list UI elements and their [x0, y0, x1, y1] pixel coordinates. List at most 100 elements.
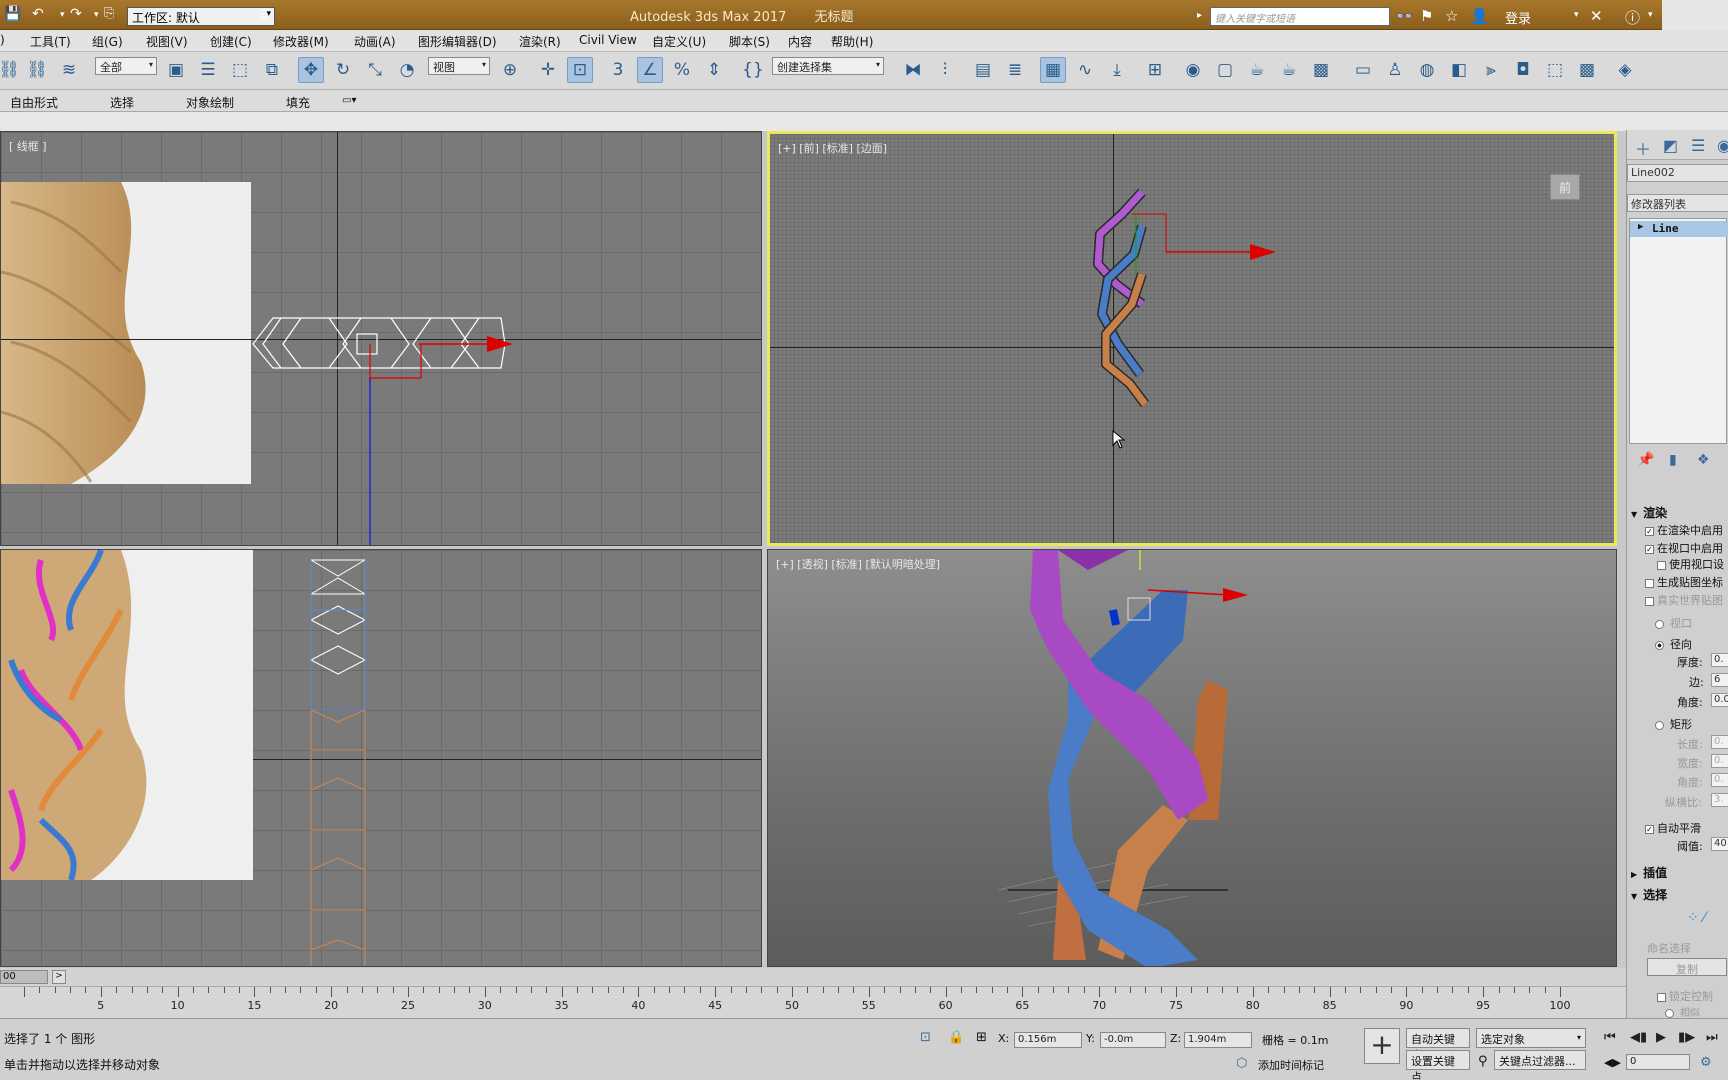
- next-frame-button-icon[interactable]: ▮▶: [1678, 1030, 1695, 1045]
- menu-views[interactable]: 视图(V): [146, 33, 188, 50]
- graphite-tool-icon[interactable]: ▭: [1350, 57, 1376, 83]
- window-crossing-icon[interactable]: ⧉: [259, 57, 285, 83]
- x-coordinate-field[interactable]: 0.156m: [1014, 1032, 1082, 1048]
- ribbon-tab-populate[interactable]: 填充: [286, 94, 310, 111]
- vertex-mode-icon[interactable]: ⁘ ⁄: [1687, 910, 1706, 926]
- transform-mode-icon[interactable]: ⊞: [976, 1030, 987, 1045]
- keyboard-shortcut-toggle-icon[interactable]: ⊡: [567, 57, 593, 83]
- time-slider-thumb[interactable]: 00: [0, 970, 48, 984]
- render-setup-icon[interactable]: ▢: [1212, 57, 1238, 83]
- menu-content[interactable]: 内容: [788, 33, 812, 50]
- ribbon-toggle-icon[interactable]: ▦: [1040, 57, 1066, 83]
- help-dropdown-icon[interactable]: ▾: [1648, 10, 1653, 20]
- hierarchy-tab-icon[interactable]: ☰: [1691, 136, 1705, 155]
- viewport-perspective[interactable]: [+] [透视] [标准] [默认明暗处理]: [767, 549, 1617, 967]
- bone-tool-icon[interactable]: ⫸: [1478, 57, 1504, 83]
- schematic-view-icon[interactable]: ⊞: [1142, 57, 1168, 83]
- y-coordinate-field[interactable]: -0.0m: [1100, 1032, 1166, 1048]
- goto-start-icon[interactable]: ⏮: [1604, 1030, 1616, 1045]
- lock-selection-icon[interactable]: 🔒: [948, 1030, 964, 1045]
- reference-coord-dropdown[interactable]: 视图 ▾: [428, 57, 490, 75]
- project-icon[interactable]: ⎘: [104, 6, 114, 21]
- viewport-top-left[interactable]: [ 线框 ]: [0, 131, 762, 546]
- scene-explorer-icon[interactable]: ▤: [970, 57, 996, 83]
- layer-explorer-icon[interactable]: ≣: [1002, 57, 1028, 83]
- show-end-result-icon[interactable]: ▮: [1669, 452, 1677, 468]
- undo-icon[interactable]: ↶: [32, 6, 44, 22]
- angle-snap-icon[interactable]: ∠: [637, 57, 663, 83]
- render-production-icon[interactable]: ☕: [1276, 57, 1302, 83]
- select-by-name-icon[interactable]: ☰: [195, 57, 221, 83]
- viewport-label[interactable]: [ 线框 ]: [9, 138, 47, 154]
- checker-icon[interactable]: ▩: [1574, 57, 1600, 83]
- modify-tab-icon[interactable]: ◩: [1663, 136, 1678, 155]
- menu-animation[interactable]: 动画(A): [354, 33, 396, 50]
- character-tool-icon[interactable]: ♙: [1382, 57, 1408, 83]
- ribbon-options-icon[interactable]: ▭▾: [342, 95, 356, 106]
- search-expand-icon[interactable]: ▸: [1197, 10, 1202, 21]
- viewcube[interactable]: 前: [1550, 174, 1580, 200]
- place-icon[interactable]: ◔: [394, 57, 420, 83]
- width-spinner[interactable]: 0.: [1711, 754, 1728, 768]
- align-icon[interactable]: ⫶: [932, 57, 958, 83]
- world-icon[interactable]: ◍: [1414, 57, 1440, 83]
- search-input[interactable]: 键入关键字或短语: [1210, 7, 1390, 26]
- modifier-stack-item[interactable]: ▶ Line: [1630, 221, 1728, 237]
- undo-dropdown-icon[interactable]: ▾: [60, 10, 65, 20]
- create-tab-icon[interactable]: ＋: [1635, 136, 1651, 160]
- select-object-icon[interactable]: ▣: [163, 57, 189, 83]
- render-frame-icon[interactable]: ☕: [1244, 57, 1270, 83]
- subscription-icon[interactable]: ⚑: [1420, 7, 1433, 25]
- select-move-icon[interactable]: ✥: [298, 57, 324, 83]
- time-slider[interactable]: 00 >: [0, 968, 1626, 986]
- object-name-field[interactable]: Line002: [1627, 164, 1728, 182]
- material-editor-icon[interactable]: ◉: [1180, 57, 1206, 83]
- lock-handles-checkbox[interactable]: 锁定控制: [1657, 988, 1713, 1004]
- set-key-button[interactable]: 设置关键点: [1406, 1050, 1470, 1080]
- key-mode-toggle-icon[interactable]: ◀▶: [1604, 1056, 1621, 1069]
- percent-snap-icon[interactable]: %: [669, 57, 695, 83]
- key-filters-button[interactable]: 关键点过滤器...: [1494, 1050, 1586, 1070]
- thickness-spinner[interactable]: 0.: [1711, 653, 1728, 667]
- render-gallery-icon[interactable]: ▩: [1308, 57, 1334, 83]
- containers-icon[interactable]: ◈: [1612, 57, 1638, 83]
- dope-sheet-icon[interactable]: ⤓: [1104, 57, 1130, 83]
- current-frame-field[interactable]: 0: [1626, 1054, 1690, 1070]
- named-selection-dropdown[interactable]: 创建选择集 ▾: [772, 57, 884, 75]
- track-bar[interactable]: 5 10 15 20 25 30 35 40 45 50 55 60 65 70 75 80 85 90 95 100: [0, 986, 1626, 1018]
- help-icon[interactable]: ⓘ: [1625, 7, 1640, 28]
- z-coordinate-field[interactable]: 1.904m: [1184, 1032, 1252, 1048]
- threshold-spinner[interactable]: 40: [1711, 837, 1728, 851]
- menu-customize[interactable]: 自定义(U): [652, 33, 706, 50]
- viewport-label[interactable]: [+] [前] [标准] [边面]: [778, 140, 887, 156]
- menu-modifiers[interactable]: 修改器(M): [273, 33, 329, 50]
- select-scale-icon[interactable]: ⤡: [362, 57, 388, 83]
- exchange-icon[interactable]: ✕: [1590, 7, 1603, 25]
- login-dropdown-icon[interactable]: ▾: [1574, 10, 1579, 20]
- pivot-center-icon[interactable]: ⊕: [497, 57, 523, 83]
- select-rotate-icon[interactable]: ↻: [330, 57, 356, 83]
- workspace-dropdown[interactable]: 工作区: 默认 ▾: [127, 7, 275, 26]
- menu-item[interactable]: ): [0, 33, 5, 47]
- prev-frame-icon[interactable]: ◀▮: [1630, 1030, 1647, 1045]
- user-icon[interactable]: 👤: [1470, 7, 1489, 25]
- viewport-config-icon[interactable]: ◘: [1510, 57, 1536, 83]
- selection-filter-dropdown[interactable]: 全部 ▾: [95, 57, 157, 75]
- menu-graph-editors[interactable]: 图形编辑器(D): [418, 33, 497, 50]
- menu-help[interactable]: 帮助(H): [831, 33, 873, 50]
- login-button[interactable]: 登录: [1505, 8, 1531, 27]
- sides-spinner[interactable]: 6: [1711, 673, 1728, 687]
- ribbon-tab-selection[interactable]: 选择: [110, 94, 134, 111]
- favorites-star-icon[interactable]: ☆: [1445, 7, 1458, 25]
- safe-frame-icon[interactable]: ⬚: [1542, 57, 1568, 83]
- menu-rendering[interactable]: 渲染(R): [519, 33, 561, 50]
- angle2-spinner[interactable]: 0.: [1711, 773, 1728, 787]
- use-viewport-settings-checkbox[interactable]: 使用视口设: [1657, 556, 1724, 572]
- customize-qa-icon[interactable]: ☰: [259, 8, 269, 21]
- aspect-spinner[interactable]: 3.: [1711, 793, 1728, 807]
- unlink-icon[interactable]: ⛓: [24, 57, 50, 83]
- rect-selection-icon[interactable]: ⬚: [227, 57, 253, 83]
- real-world-map-checkbox[interactable]: 真实世界贴图: [1645, 592, 1723, 608]
- set-key-big-button[interactable]: +: [1364, 1028, 1400, 1064]
- goto-end-icon[interactable]: ⏭: [1706, 1030, 1718, 1045]
